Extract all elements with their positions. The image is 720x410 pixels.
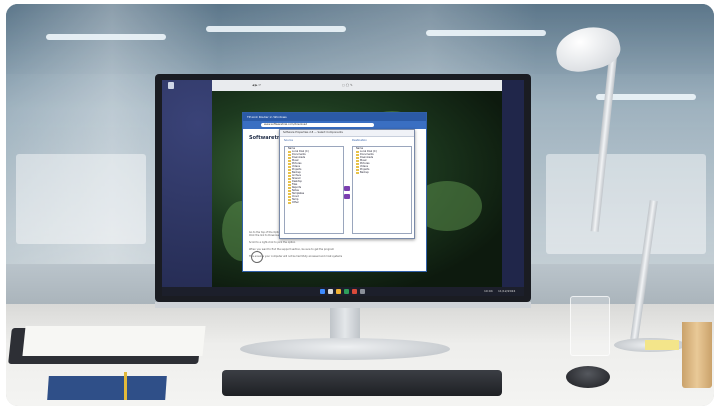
list-item-label: Backup (360, 171, 369, 174)
notebook (47, 376, 167, 400)
browser-address-bar: www.softwaretrial.com/download (243, 121, 426, 129)
background-window-toolbar: ◀ ▶ ⟳ ▢ ◯ ✎ (212, 80, 502, 91)
dialog-title: Software Properties 2.8 — Select Compone… (280, 130, 414, 137)
pencil (124, 372, 127, 400)
ceiling-light (426, 30, 546, 36)
instruction-step: Scroll to a right-click to pick the opti… (249, 241, 296, 244)
coffee-cup (682, 322, 712, 388)
toolbar-item[interactable]: ◀ ▶ ⟳ (252, 83, 261, 87)
move-left-button[interactable] (344, 194, 350, 199)
destination-tab[interactable]: Destination (352, 139, 367, 142)
instruction-step: When you want to find the support sectio… (249, 248, 335, 251)
app-icon[interactable] (352, 289, 357, 294)
background-desk (16, 154, 146, 244)
list-item-label: Other (292, 201, 299, 204)
search-icon[interactable] (328, 289, 333, 294)
list-item[interactable]: Backup (353, 171, 411, 174)
move-right-button[interactable] (344, 186, 350, 191)
taskbar-date[interactable]: 11/12/2024 (498, 289, 515, 293)
recycle-bin-icon[interactable] (168, 82, 174, 89)
keyboard (222, 370, 502, 396)
file-explorer-icon[interactable] (336, 289, 341, 294)
paper-document (22, 326, 206, 356)
folder-icon (288, 201, 291, 204)
monitor-stand-neck (330, 308, 360, 342)
background-desk (546, 154, 706, 254)
monitor-stand-base (240, 338, 450, 360)
destination-file-list[interactable]: Name Local Disk (C:) Documents Downloads… (352, 146, 412, 234)
app-icon[interactable] (360, 289, 365, 294)
source-file-list[interactable]: Name Local Disk (C:) Documents Downloads… (284, 146, 344, 234)
list-item[interactable]: Other (285, 201, 343, 204)
ceiling-light (46, 34, 166, 40)
sticky-note (645, 340, 679, 350)
url-input[interactable]: www.softwaretrial.com/download (261, 123, 374, 127)
monitor-screen: ◀ ▶ ⟳ ▢ ◯ ✎ TP-Link Router in Windows ww… (162, 80, 524, 296)
taskbar: 10:04 11/12/2024 (162, 287, 524, 296)
ceiling-light (206, 26, 346, 32)
file-transfer-dialog: Software Properties 2.8 — Select Compone… (279, 129, 415, 239)
browser-icon[interactable] (344, 289, 349, 294)
toolbar-item[interactable]: ▢ ◯ ✎ (342, 83, 353, 87)
source-tab[interactable]: Source (284, 139, 293, 142)
mouse (566, 366, 610, 388)
settings-icon[interactable] (251, 251, 263, 263)
taskbar-time[interactable]: 10:04 (484, 289, 493, 293)
start-icon[interactable] (320, 289, 325, 294)
pen-holder (570, 296, 610, 356)
instruction-step: This ensures your computer will not be h… (249, 255, 343, 258)
folder-icon (356, 171, 359, 174)
browser-tab[interactable]: TP-Link Router in Windows (243, 113, 426, 121)
